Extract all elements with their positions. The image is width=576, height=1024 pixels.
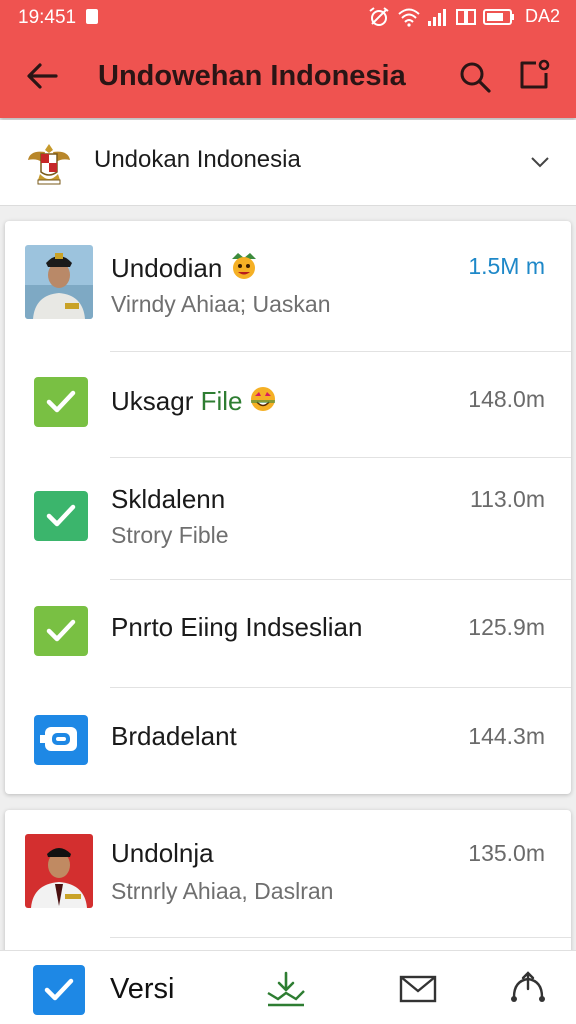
file-list-card-2: Undolnja Strnrly Ahiaa, Daslran 135.0m <box>5 810 571 970</box>
row-title: Undolnja <box>111 838 214 868</box>
search-icon[interactable] <box>455 57 495 97</box>
emoji-icon <box>248 384 278 421</box>
check-icon[interactable] <box>34 606 88 656</box>
mail-icon[interactable] <box>396 969 440 1009</box>
app-box-icon <box>34 715 88 765</box>
garuda-emblem-icon <box>26 140 72 188</box>
data-icon <box>455 7 477 27</box>
account-selector[interactable]: Undokan Indonesia <box>0 120 576 206</box>
row-subtitle: Strory Fible <box>111 522 229 548</box>
divider <box>110 937 571 938</box>
page-title: Undowehan Indonesia <box>98 60 406 92</box>
list-item[interactable]: Skldalenn Strory Fible 113.0m <box>5 458 571 580</box>
avatar <box>25 834 93 908</box>
download-icon[interactable] <box>264 969 308 1009</box>
emoji-icon <box>228 251 260 288</box>
alarm-icon <box>367 6 391 27</box>
check-icon[interactable] <box>33 965 85 1015</box>
file-list-card: Undodian Virndy Ahiaa; Uaskan 1.5M m Uks… <box>5 221 571 794</box>
list-item[interactable]: Undolnja Strnrly Ahiaa, Daslran 135.0m <box>5 810 571 938</box>
row-size: 135.0m <box>468 840 545 866</box>
status-bar: 19:451 DA2 <box>0 0 576 36</box>
wifi-icon <box>397 7 421 27</box>
chevron-down-icon[interactable] <box>528 150 552 174</box>
app-header: 19:451 DA2 Undowehan Indonesia <box>0 0 576 118</box>
row-title: Undodian <box>111 251 260 288</box>
row-title: Uksagr File <box>111 384 278 421</box>
bottom-bar: Versi <box>0 950 576 1024</box>
list-item[interactable]: Brdadelant 144.3m <box>5 688 571 794</box>
battery-text: DA2 <box>524 6 560 26</box>
row-size: 1.5M m <box>468 253 545 279</box>
row-subtitle: Strnrly Ahiaa, Daslran <box>111 878 334 904</box>
row-title: Pnrto Eiing Indseslian <box>111 612 363 642</box>
status-icons: DA2 <box>367 6 560 27</box>
row-title: Brdadelant <box>111 721 237 751</box>
row-size: 148.0m <box>468 386 545 412</box>
signal-icon <box>427 7 449 27</box>
check-icon[interactable] <box>34 491 88 541</box>
row-subtitle: Virndy Ahiaa; Uaskan <box>111 291 331 317</box>
row-size: 125.9m <box>468 614 545 640</box>
back-arrow-icon[interactable] <box>22 56 62 96</box>
list-item[interactable]: Pnrto Eiing Indseslian 125.9m <box>5 580 571 688</box>
version-label[interactable]: Versi <box>110 973 174 1006</box>
status-time: 19:451 <box>18 7 77 28</box>
check-icon[interactable] <box>34 377 88 427</box>
selector-label: Undokan Indonesia <box>94 146 301 173</box>
row-title: Skldalenn <box>111 484 226 514</box>
sim-icon <box>86 9 98 24</box>
battery-icon <box>482 8 515 26</box>
row-size: 144.3m <box>468 723 545 749</box>
compose-icon[interactable] <box>514 55 554 95</box>
list-item[interactable]: Undodian Virndy Ahiaa; Uaskan 1.5M m <box>5 221 571 352</box>
row-size: 113.0m <box>469 486 545 512</box>
avatar <box>25 245 93 319</box>
share-icon[interactable] <box>506 969 550 1009</box>
list-item[interactable]: Uksagr File 148.0m <box>5 352 571 458</box>
